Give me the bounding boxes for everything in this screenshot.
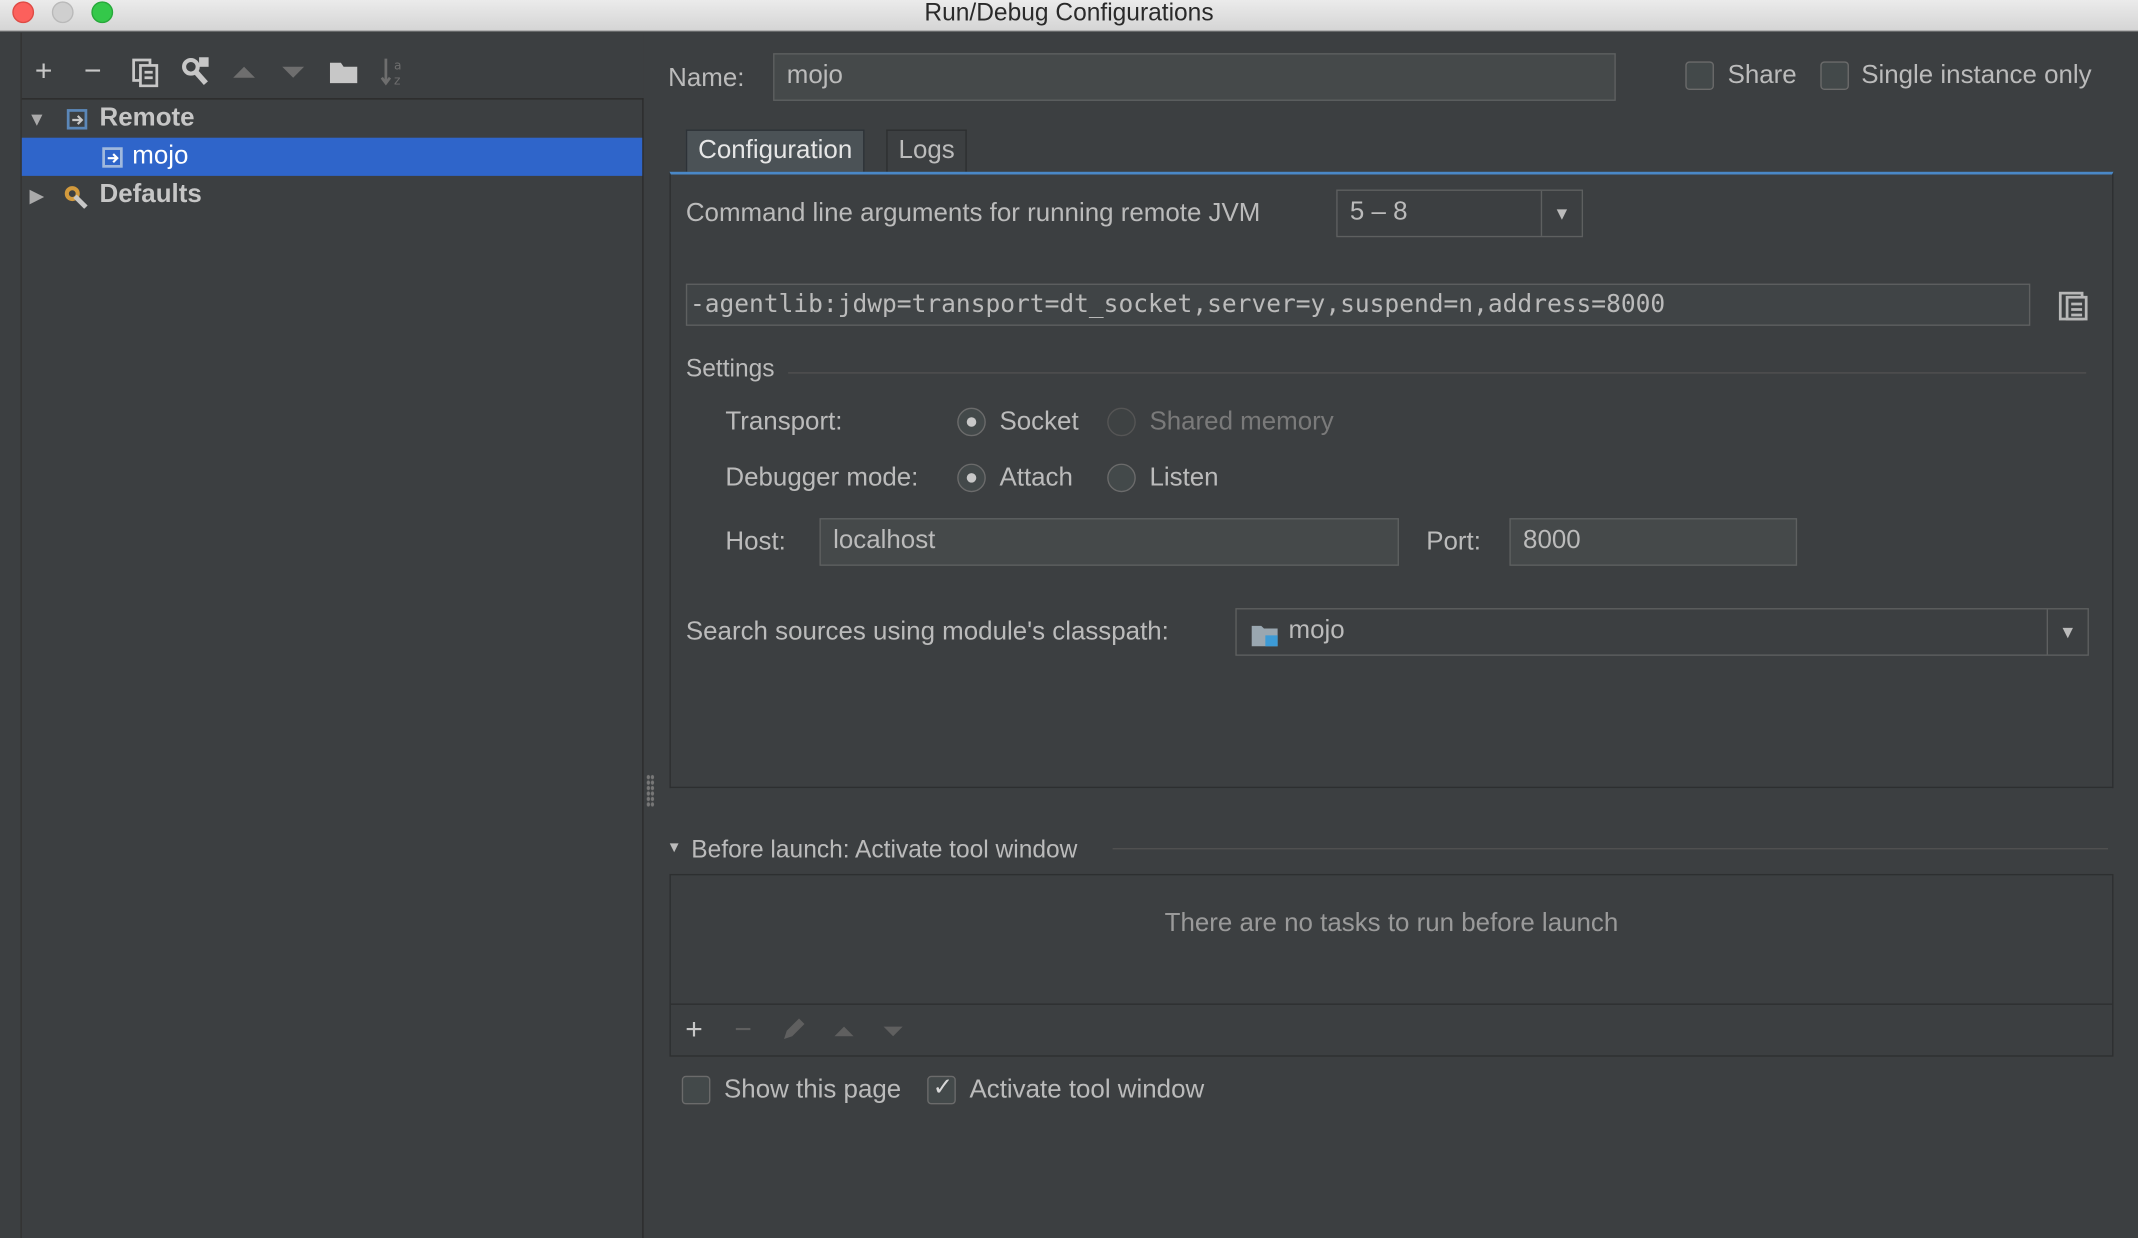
remove-icon[interactable]: − (78, 54, 108, 88)
settings-separator (788, 372, 2087, 374)
host-field[interactable]: localhost (819, 518, 1399, 566)
transport-label: Transport: (725, 407, 843, 437)
search-sources-label: Search sources using module's classpath: (685, 617, 1169, 647)
tree-item-label: Defaults (99, 179, 202, 209)
remote-config-icon (65, 106, 90, 131)
wrench-icon (63, 183, 88, 209)
svg-text:a: a (394, 59, 402, 73)
module-classpath-select[interactable]: mojo ▼ (1235, 608, 2089, 656)
settings-label: Settings (685, 354, 775, 382)
debugger-mode-label: Debugger mode: (725, 463, 919, 493)
expand-arrow-icon[interactable]: ▼ (27, 100, 46, 138)
configuration-tree: ▼ Remote mojo ▶ Defaults (21, 98, 644, 1238)
activate-tool-window-checkbox[interactable] (927, 1073, 956, 1105)
splitter-handle[interactable] (646, 774, 655, 808)
before-launch-toggle-icon[interactable]: ▼ (667, 840, 682, 856)
port-field[interactable]: 8000 (1509, 518, 1798, 566)
show-this-page-label: Show this page (724, 1075, 902, 1105)
name-label: Name: (668, 64, 745, 93)
single-instance-checkbox[interactable] (1820, 61, 1849, 90)
transport-shared-memory-label: Shared memory (1149, 407, 1334, 437)
tab-configuration[interactable]: Configuration (685, 129, 865, 172)
mode-listen-label: Listen (1149, 463, 1219, 493)
tree-item-mojo[interactable]: mojo (21, 137, 643, 176)
remote-config-icon (101, 145, 126, 170)
module-folder-icon (1250, 620, 1280, 664)
before-launch-title[interactable]: Before launch: Activate tool window (691, 834, 1077, 864)
host-label: Host: (725, 527, 786, 557)
name-field[interactable]: mojo (773, 53, 1616, 101)
move-up-icon[interactable] (229, 55, 259, 88)
tree-item-defaults[interactable]: ▶ Defaults (22, 176, 642, 214)
share-checkbox[interactable] (1685, 61, 1714, 90)
jvm-version-value: 5 – 8 (1349, 197, 1408, 227)
chevron-down-icon: ▼ (1540, 190, 1582, 236)
tree-item-label: Remote (99, 103, 195, 133)
add-icon[interactable]: + (29, 54, 59, 88)
title-bar: Run/Debug Configurations (0, 0, 2138, 32)
no-tasks-text: There are no tasks to run before launch (1164, 909, 1619, 939)
folder-icon[interactable] (329, 55, 359, 88)
copy-to-clipboard-icon[interactable] (2058, 289, 2091, 322)
left-gutter (0, 32, 22, 1238)
single-instance-label: Single instance only (1861, 61, 2092, 90)
edit-defaults-icon[interactable] (179, 55, 209, 88)
mode-attach-label: Attach (999, 463, 1073, 493)
show-this-page-checkbox[interactable] (681, 1075, 711, 1105)
jvm-args-label: Command line arguments for running remot… (685, 199, 1261, 228)
tab-logs[interactable]: Logs (886, 129, 968, 172)
share-label: Share (1727, 61, 1797, 90)
remove-task-icon[interactable]: − (729, 1014, 756, 1044)
copy-icon[interactable] (130, 55, 160, 88)
add-task-icon[interactable]: + (680, 1014, 707, 1044)
before-launch-separator (1112, 848, 2109, 850)
move-task-down-icon[interactable] (879, 1014, 906, 1049)
sort-icon[interactable]: az (379, 55, 409, 88)
edit-task-icon[interactable] (779, 1014, 806, 1049)
move-task-up-icon[interactable] (830, 1014, 857, 1049)
jvm-version-select[interactable]: 5 – 8 ▼ (1336, 189, 1584, 238)
mode-listen-radio[interactable] (1107, 463, 1136, 493)
jvm-args-field[interactable]: -agentlib:jdwp=transport=dt_socket,serve… (685, 283, 2031, 326)
mode-attach-radio[interactable] (957, 463, 986, 493)
port-label: Port: (1426, 527, 1481, 557)
module-value: mojo (1288, 616, 1345, 645)
activate-tool-window-label: Activate tool window (969, 1075, 1205, 1105)
window-title: Run/Debug Configurations (924, 0, 1214, 26)
transport-socket-label: Socket (999, 407, 1079, 437)
move-down-icon[interactable] (278, 55, 308, 88)
transport-shared-memory-radio[interactable] (1107, 407, 1136, 437)
chevron-down-icon: ▼ (2046, 609, 2088, 655)
tree-item-remote[interactable]: ▼ Remote (22, 100, 642, 138)
collapse-arrow-icon[interactable]: ▶ (27, 176, 46, 214)
transport-socket-radio[interactable] (957, 407, 986, 437)
tree-item-label: mojo (132, 141, 189, 171)
svg-text:z: z (394, 74, 400, 88)
